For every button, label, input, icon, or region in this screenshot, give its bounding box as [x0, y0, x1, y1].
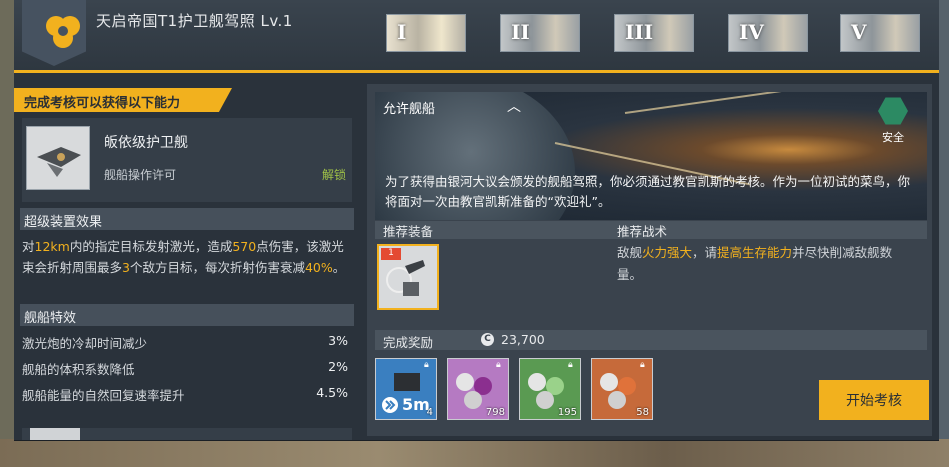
next-ship-row[interactable]	[22, 428, 352, 440]
ship-traits-heading: 舰船特效	[20, 304, 354, 326]
tier-tab-3[interactable]: III	[614, 14, 694, 52]
recommended-equipment-slot[interactable]: 1	[377, 244, 439, 310]
recommended-tactics-label: 推荐战术	[617, 224, 668, 239]
ability-banner: 完成考核可以获得以下能力	[14, 88, 232, 112]
mission-banner: 允许舰船 ︿ 安全 为了获得由银河大议会颁发的舰船驾照，你必须通过教官凯斯的考核…	[375, 92, 927, 220]
lock-icon: 🔒︎	[568, 360, 573, 370]
tier-tab-2[interactable]: II	[500, 14, 580, 52]
reward-item-orange-ore[interactable]: 🔒︎ 58	[591, 358, 653, 420]
reward-credits: 23,700	[501, 332, 545, 347]
reward-item-speedup[interactable]: 🔒︎ 5m 4	[375, 358, 437, 420]
ore-icon	[600, 373, 618, 391]
reward-bar: 完成奖励 C 23,700	[375, 330, 927, 350]
collapse-caret-icon[interactable]: ︿	[507, 96, 521, 116]
safe-icon	[878, 97, 908, 125]
lock-icon: 🔒︎	[496, 360, 501, 370]
license-emblem-icon	[46, 16, 80, 48]
unlock-status: 解锁	[321, 168, 346, 182]
reward-item-purple-ore[interactable]: 🔒︎ 798	[447, 358, 509, 420]
background-right	[939, 0, 949, 467]
start-assessment-button[interactable]: 开始考核	[819, 380, 929, 420]
tier-tab-1[interactable]: I	[386, 14, 466, 52]
item-count: 798	[485, 407, 505, 418]
mission-description: 为了获得由银河大议会颁发的舰船驾照，你必须通过教官凯斯的考核。作为一位初试的菜鸟…	[385, 174, 911, 209]
trait-row: 激光炮的冷却时间减少 3%	[22, 333, 348, 351]
ship-unlock-row[interactable]: 皈依级护卫舰 舰船操作许可 解锁	[22, 118, 352, 202]
ship-thumbnail	[26, 126, 90, 190]
tier-tab-4[interactable]: IV	[728, 14, 808, 52]
ship-name: 皈依级护卫舰	[104, 135, 188, 151]
ore-icon	[608, 391, 626, 409]
ability-banner-text: 完成考核可以获得以下能力	[24, 96, 181, 111]
tier-tab-5[interactable]: V	[840, 14, 920, 52]
reward-item-green-ore[interactable]: 🔒︎ 195	[519, 358, 581, 420]
ore-icon	[456, 373, 474, 391]
credit-icon: C	[481, 333, 494, 346]
lock-icon: 🔒︎	[424, 360, 429, 370]
ore-icon	[536, 391, 554, 409]
lock-icon: 🔒︎	[640, 360, 645, 370]
equipment-level-badge: 1	[381, 248, 401, 260]
ore-icon	[464, 391, 482, 409]
license-window: 天启帝国T1护卫舰驾照 Lv.1 I II III IV V 完成考核可以获得以…	[14, 0, 939, 441]
item-count: 58	[636, 407, 649, 418]
item-count: 4	[426, 407, 433, 418]
allowed-ships-label: 允许舰船	[383, 102, 436, 117]
frigate-icon	[37, 147, 81, 177]
ship-permission: 舰船操作许可	[104, 168, 177, 182]
license-title: 天启帝国T1护卫舰驾照 Lv.1	[96, 12, 293, 30]
header-divider	[14, 70, 939, 73]
background-left	[0, 0, 14, 467]
laser-streak	[624, 92, 784, 114]
super-device-description: 对12km内的指定目标发射激光，造成570点伤害，该激光束会折射周围最多3个敌方…	[22, 239, 346, 275]
security-status: 安全	[873, 96, 913, 144]
header: 天启帝国T1护卫舰驾照 Lv.1 I II III IV V	[14, 0, 939, 70]
item-count: 195	[557, 407, 577, 418]
trait-row: 舰船的体积系数降低 2%	[22, 359, 348, 377]
super-device-heading: 超级装置效果	[20, 208, 354, 230]
license-badge	[22, 0, 86, 66]
mission-panel: 允许舰船 ︿ 安全 为了获得由银河大议会颁发的舰船驾照，你必须通过教官凯斯的考核…	[367, 84, 932, 436]
ore-icon	[528, 373, 546, 391]
reward-label: 完成奖励	[383, 335, 434, 350]
background-scenery	[0, 439, 949, 467]
recommended-equipment-label: 推荐装备	[383, 224, 434, 239]
recommended-tactics-text: 敌舰火力强大，请提高生存能力并尽快削减敌舰数量。	[617, 245, 893, 282]
ship-thumbnail	[30, 428, 80, 440]
trait-row: 舰船能量的自然回复速率提升 4.5%	[22, 385, 348, 403]
